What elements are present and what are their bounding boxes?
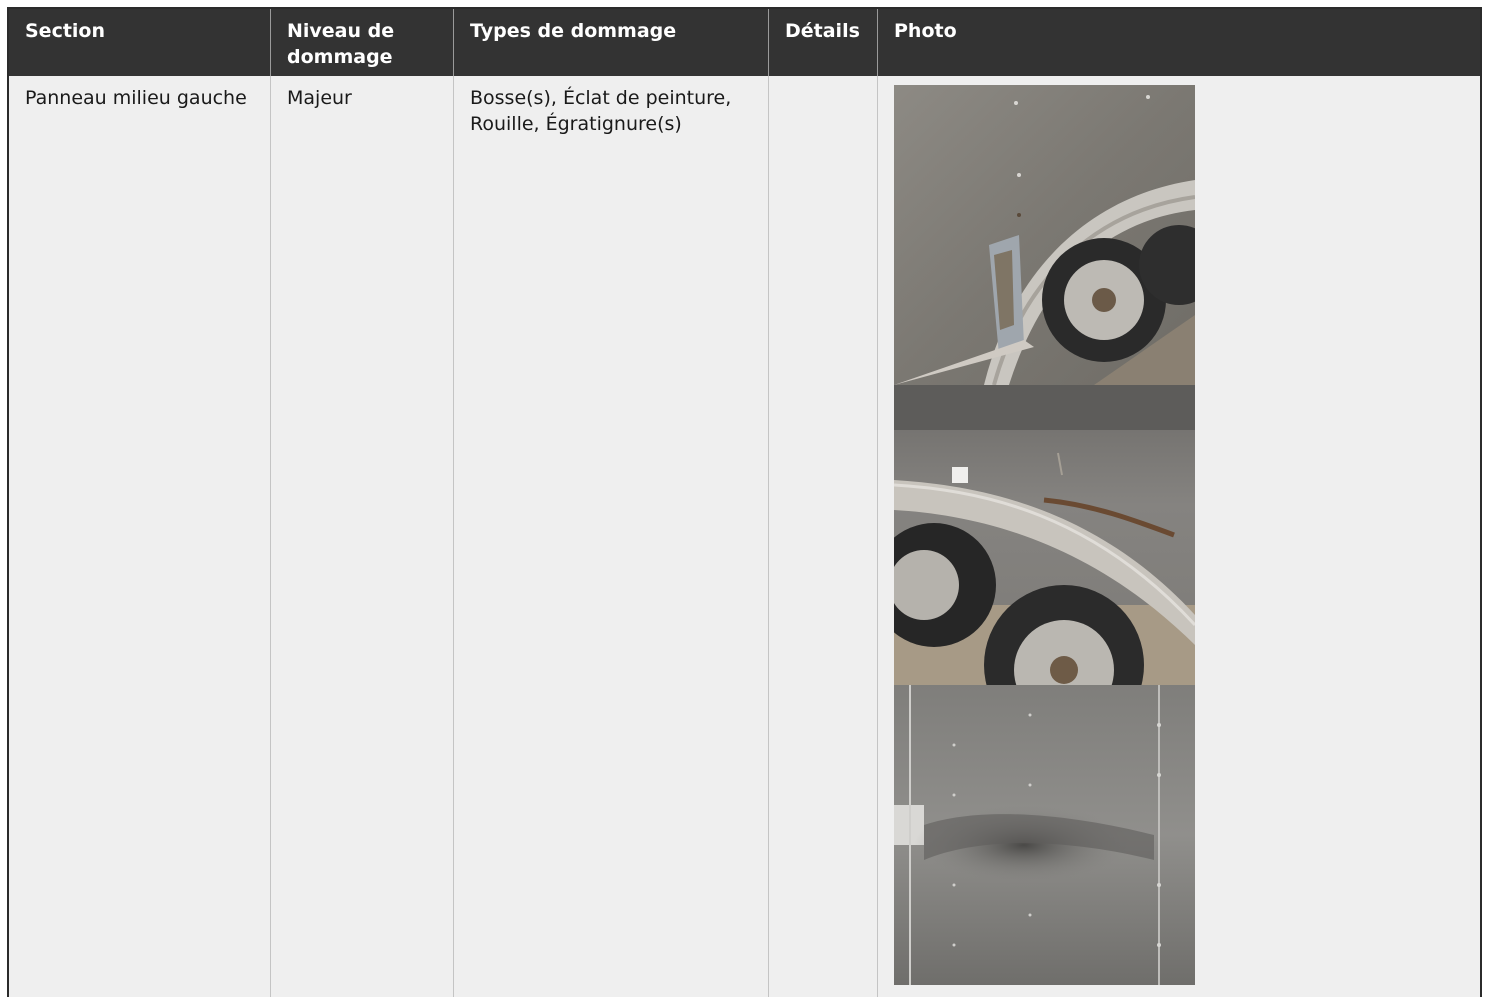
damage-photo-3[interactable] [894, 685, 1195, 985]
cell-details [769, 76, 878, 997]
table-header-row: Section Niveau de dommage Types de domma… [9, 9, 1480, 76]
header-types: Types de dommage [454, 9, 769, 76]
cell-section: Panneau milieu gauche [9, 76, 271, 997]
trailer-wheels-image [894, 385, 1195, 685]
cell-types: Bosse(s), Éclat de peinture, Rouille, Ég… [454, 76, 769, 997]
header-section: Section [9, 9, 271, 76]
table-row: Panneau milieu gauche Majeur Bosse(s), É… [9, 76, 1480, 997]
damage-report-table: Section Niveau de dommage Types de domma… [7, 7, 1482, 997]
dented-panel-image [894, 685, 1195, 985]
cell-photos [878, 76, 1480, 997]
header-photo: Photo [894, 20, 957, 42]
cell-niveau: Majeur [271, 76, 454, 997]
fender-rust-image [894, 85, 1195, 385]
damage-photo-1[interactable] [894, 85, 1195, 385]
damage-photo-2[interactable] [894, 385, 1195, 685]
header-niveau: Niveau de dommage [271, 9, 454, 76]
header-details: Détails [769, 9, 878, 76]
